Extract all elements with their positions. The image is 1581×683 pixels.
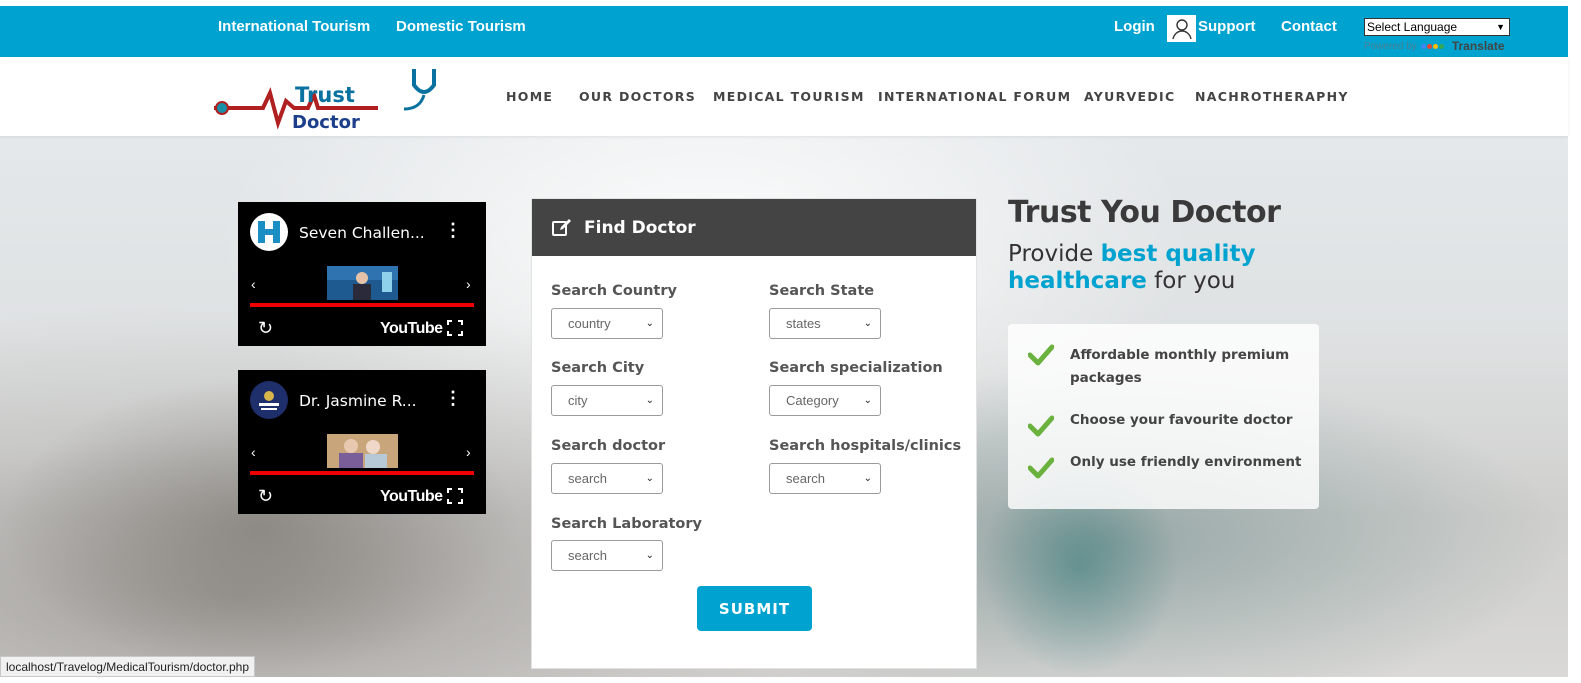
chevron-down-icon: ⌄: [863, 318, 872, 329]
search-hospitals-label: Search hospitals/clinics: [769, 438, 962, 454]
hero-subtitle-post: for you: [1146, 268, 1236, 294]
google-logo-icon: [1420, 43, 1444, 49]
feature-item: Only use friendly environment: [1028, 451, 1310, 479]
hero-subtitle-pre: Provide: [1008, 241, 1101, 267]
checkmark-icon: [1028, 415, 1054, 437]
video-thumbnail[interactable]: [327, 434, 398, 468]
login-link[interactable]: Login: [1114, 18, 1155, 35]
translate-link[interactable]: Translate: [1452, 39, 1505, 53]
city-select-value: city: [568, 393, 588, 408]
trust-doctor-logo[interactable]: Trust Doctor: [208, 65, 448, 143]
main-navbar: Trust Doctor HOME OUR DOCTORS MEDICAL TO…: [0, 57, 1568, 136]
powered-by-google-translate: Powered by Translate: [1364, 39, 1505, 53]
feature-text: Choose your favourite doctor: [1070, 412, 1293, 428]
hero-subtitle: Provide best quality healthcare for you: [1008, 241, 1308, 295]
doctor-select[interactable]: search ⌄: [551, 463, 663, 494]
browser-status-bar: localhost/Travelog/MedicalTourism/doctor…: [0, 656, 256, 677]
submit-button[interactable]: SUBMIT: [697, 586, 812, 631]
video-title[interactable]: Seven Challen...: [299, 224, 425, 242]
hero-title: Trust You Doctor: [1008, 195, 1281, 230]
top-bar: International Tourism Domestic Tourism L…: [0, 6, 1568, 57]
channel-avatar[interactable]: [250, 213, 288, 251]
more-vert-icon[interactable]: ⋮: [444, 220, 462, 241]
feature-item: Affordable monthly premium packages: [1028, 344, 1310, 390]
video-embed-2[interactable]: Dr. Jasmine R... ⋮ ‹ › ↻ YouTube: [238, 370, 486, 514]
support-link[interactable]: Support: [1198, 18, 1256, 35]
chevron-down-icon: ⌄: [645, 395, 654, 406]
nav-medical-tourism[interactable]: MEDICAL TOURISM: [713, 89, 865, 104]
video-embed-1[interactable]: Seven Challen... ⋮ ‹ › ↻ YouTube: [238, 202, 486, 346]
search-laboratory-label: Search Laboratory: [551, 516, 702, 532]
country-select-value: country: [568, 316, 611, 331]
chevron-down-icon: ⌄: [863, 395, 872, 406]
logo-word-trust: Trust: [295, 83, 355, 107]
chevron-left-icon[interactable]: ‹: [251, 276, 256, 292]
checkmark-icon: [1028, 457, 1054, 479]
find-doctor-panel: Find Doctor Search Country country ⌄ Sear…: [531, 198, 977, 669]
chevron-left-icon[interactable]: ‹: [251, 444, 256, 460]
nav-our-doctors[interactable]: OUR DOCTORS: [579, 89, 696, 104]
international-tourism-link[interactable]: International Tourism: [218, 18, 370, 35]
fullscreen-icon[interactable]: [447, 488, 463, 504]
laboratory-select-value: search: [568, 548, 608, 563]
search-country-label: Search Country: [551, 283, 677, 299]
contact-link[interactable]: Contact: [1281, 18, 1337, 35]
search-doctor-label: Search doctor: [551, 438, 666, 454]
search-state-label: Search State: [769, 283, 875, 299]
progress-bar[interactable]: [250, 303, 474, 307]
chevron-down-icon: ▼: [1496, 22, 1505, 32]
language-select[interactable]: Select Language ▼: [1364, 18, 1510, 36]
nav-ayurvedic[interactable]: AYURVEDIC: [1084, 89, 1175, 104]
chevron-down-icon: ⌄: [863, 473, 872, 484]
user-icon[interactable]: [1167, 15, 1196, 42]
state-select-value: states: [786, 316, 821, 331]
progress-bar[interactable]: [250, 471, 474, 475]
state-select[interactable]: states ⌄: [769, 308, 881, 339]
feature-text: Affordable monthly premium packages: [1070, 347, 1290, 386]
checkmark-icon: [1028, 344, 1054, 366]
edit-icon: [552, 218, 571, 236]
hospitals-select-value: search: [786, 471, 826, 486]
youtube-logo[interactable]: YouTube: [380, 320, 443, 338]
country-select[interactable]: country ⌄: [551, 308, 663, 339]
language-select-value: Select Language: [1367, 20, 1458, 34]
chevron-down-icon: ⌄: [645, 473, 654, 484]
nav-home[interactable]: HOME: [506, 89, 553, 104]
specialization-select[interactable]: Category ⌄: [769, 385, 881, 416]
channel-avatar[interactable]: [250, 381, 288, 419]
logo-word-doctor: Doctor: [292, 112, 360, 133]
chevron-right-icon[interactable]: ›: [466, 444, 471, 460]
replay-icon[interactable]: ↻: [258, 486, 273, 507]
youtube-logo[interactable]: YouTube: [380, 488, 443, 506]
nav-international-forum[interactable]: INTERNATIONAL FORUM: [878, 89, 1071, 104]
chevron-down-icon: ⌄: [645, 550, 654, 561]
powered-by-label: Powered by: [1364, 40, 1417, 52]
features-box: Affordable monthly premium packages Choo…: [1008, 324, 1319, 509]
chevron-down-icon: ⌄: [645, 318, 654, 329]
search-specialization-label: Search specialization: [769, 360, 943, 376]
feature-item: Choose your favourite doctor: [1028, 409, 1310, 437]
find-doctor-header: Find Doctor: [532, 199, 976, 256]
hospitals-select[interactable]: search ⌄: [769, 463, 881, 494]
nav-nachrotheraphy[interactable]: NACHROTHERAPHY: [1195, 89, 1349, 104]
video-title[interactable]: Dr. Jasmine R...: [299, 392, 417, 410]
more-vert-icon[interactable]: ⋮: [444, 388, 462, 409]
replay-icon[interactable]: ↻: [258, 318, 273, 339]
search-city-label: Search City: [551, 360, 645, 376]
fullscreen-icon[interactable]: [447, 320, 463, 336]
find-doctor-title: Find Doctor: [584, 217, 696, 238]
video-thumbnail[interactable]: [327, 266, 398, 300]
doctor-select-value: search: [568, 471, 608, 486]
feature-text: Only use friendly environment: [1070, 454, 1302, 470]
domestic-tourism-link[interactable]: Domestic Tourism: [396, 18, 526, 35]
laboratory-select[interactable]: search ⌄: [551, 540, 663, 571]
city-select[interactable]: city ⌄: [551, 385, 663, 416]
chevron-right-icon[interactable]: ›: [466, 276, 471, 292]
specialization-select-value: Category: [786, 393, 839, 408]
